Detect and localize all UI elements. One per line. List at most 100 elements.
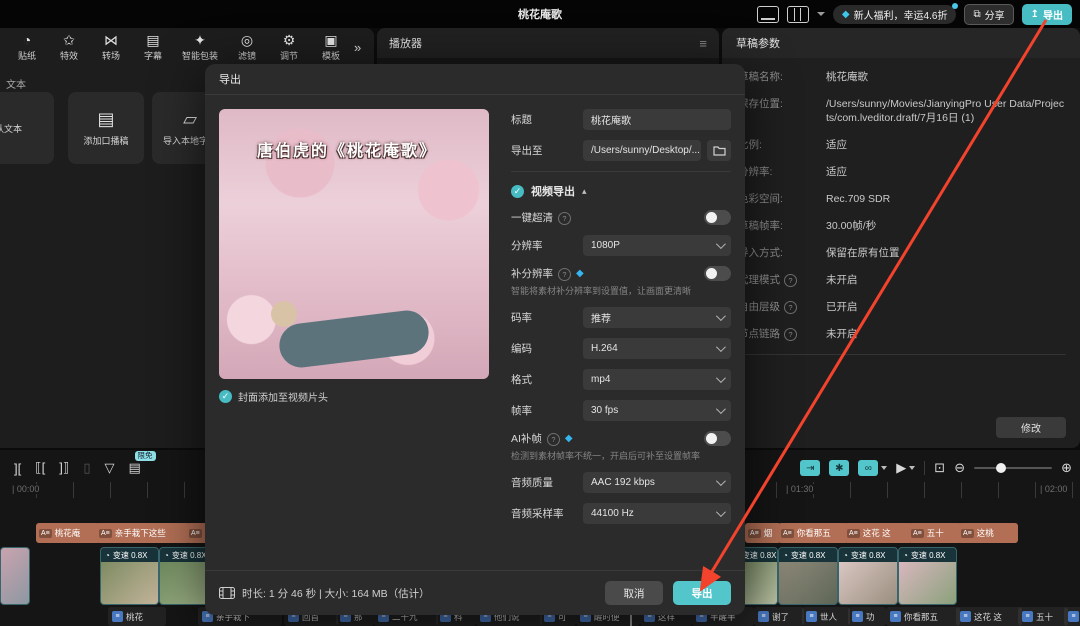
form-row: 帧率30 fps <box>511 400 731 421</box>
text-clip-icon: A≡ <box>911 529 924 538</box>
export-path-input[interactable]: /Users/sunny/Desktop/... <box>583 140 701 161</box>
tool-split[interactable]: ][ <box>14 461 21 476</box>
tool-preview-axis[interactable]: ⊡ <box>934 460 945 476</box>
add-script-icon: ▤ <box>97 110 114 128</box>
subtitle-clip[interactable]: ≡这花 这 <box>956 607 1022 626</box>
draft-param-label: 保存位置: <box>738 97 826 125</box>
select-音频质量[interactable]: AAC 192 kbps <box>583 472 731 493</box>
collapse-icon[interactable]: ▴ <box>582 186 587 197</box>
tool-zoom-in[interactable]: ⊕ <box>1061 460 1072 476</box>
tool-link[interactable]: ∞ <box>858 460 887 476</box>
toolbar-item-label: 模板 <box>322 49 340 62</box>
select-编码[interactable]: H.264 <box>583 338 731 359</box>
subtitle-clip[interactable]: ≡桃花 <box>108 607 166 626</box>
video-clip[interactable]: ◔变速 0.8X <box>898 547 957 605</box>
text-clip-label: 亲手栽下这些 <box>115 527 166 539</box>
toolbar-item-captions[interactable]: ▤字幕 <box>132 32 174 62</box>
subtitle-clip-label: 五十 <box>1036 611 1053 623</box>
transitions-icon: ⋈ <box>104 32 118 48</box>
tool-select-tool[interactable]: ▶ <box>896 460 915 476</box>
toolbar-item-transitions[interactable]: ⋈转场 <box>90 32 132 62</box>
subtitle-clip[interactable]: ≡你看那五 <box>886 607 960 626</box>
adjust-icon: ⚙ <box>283 32 296 48</box>
video-clip[interactable]: ◔变速 0.8X <box>100 547 159 605</box>
title-bar: 桃花庵歌 ◆ 新人福利，幸运4.6折 ⧉ 分享 ↥ 导出 <box>0 0 1080 28</box>
timeline-zoom-slider[interactable] <box>974 467 1052 469</box>
share-button[interactable]: ⧉ 分享 <box>964 4 1013 25</box>
cover-title-text: 唐伯虎的《桃花庵歌》 <box>219 137 475 161</box>
tool-magnet[interactable]: ⇥ <box>800 460 820 476</box>
video-clip[interactable]: ◔变速 0.8X <box>838 547 898 605</box>
card-label: 默认文本 <box>0 122 22 135</box>
tool-trim-right[interactable]: ]⟧ <box>59 460 69 476</box>
text-clip[interactable]: A≡你看那五 <box>778 523 848 543</box>
player-menu-icon[interactable]: ≡ <box>699 36 707 51</box>
tool-zoom-out[interactable]: ⊖ <box>954 460 965 476</box>
video-clip[interactable] <box>0 547 30 605</box>
subtitle-clip[interactable]: ≡五十 <box>1018 607 1068 626</box>
layout-columns-icon[interactable] <box>787 6 809 23</box>
export-button-dialog[interactable]: 导出 <box>673 581 731 605</box>
video-clip[interactable]: ◔变速 0.8X <box>778 547 838 605</box>
toolbar-item-stickers[interactable]: ◔贴纸 <box>6 32 48 62</box>
subtitle-clip[interactable]: ≡功 <box>848 607 886 626</box>
tool-trim-left[interactable]: ⟦[ <box>35 460 45 476</box>
export-button-top[interactable]: ↥ 导出 <box>1022 4 1072 25</box>
toolbar-item-filters[interactable]: ◎滤镜 <box>226 32 268 62</box>
card-default-text[interactable]: 默认文本 <box>0 92 54 164</box>
slider-knob[interactable] <box>996 463 1006 473</box>
text-clip[interactable]: A≡烟 <box>745 523 781 543</box>
chevron-down-icon <box>716 476 726 486</box>
toolbar-item-adjust[interactable]: ⚙调节 <box>268 32 310 62</box>
select-分辨率[interactable]: 1080P <box>583 235 731 256</box>
video-export-checkbox[interactable]: ✓ <box>511 185 524 198</box>
toolbar-item-label: 字幕 <box>144 49 162 62</box>
toolbar-item-smart-pack[interactable]: ✦智能包装 <box>174 32 226 62</box>
text-clip[interactable]: A≡五十 <box>908 523 962 543</box>
form-row: 格式mp4 <box>511 369 731 390</box>
speed-badge-label: 变速 0.8X <box>113 550 148 561</box>
layout-dropdown-caret-icon[interactable] <box>817 12 825 16</box>
toggle-补分辨率[interactable] <box>704 266 731 281</box>
draft-param-label: 草稿名称: <box>738 70 826 84</box>
field-label: 音频质量 <box>511 475 583 490</box>
tool-mask[interactable]: ▽ <box>105 460 115 476</box>
form-row: 码率推荐 <box>511 307 731 328</box>
text-clip-label: 这花 这 <box>863 527 891 539</box>
select-帧率[interactable]: 30 fps <box>583 400 731 421</box>
text-clip[interactable]: A≡亲手栽下这些 <box>96 523 190 543</box>
cover-checkbox[interactable]: ✓ <box>219 390 232 403</box>
select-格式[interactable]: mp4 <box>583 369 731 390</box>
select-音频采样率[interactable]: 44100 Hz <box>583 503 731 524</box>
toggle-AI补帧[interactable] <box>704 431 731 446</box>
text-clip[interactable]: A≡这花 这 <box>844 523 912 543</box>
tool-smart-caption[interactable]: ▤限免 <box>129 460 141 476</box>
toolbar-more-button[interactable]: » <box>354 40 361 55</box>
toolbar-item-templates[interactable]: ▣模板 <box>310 32 352 62</box>
video-thumbnail <box>1 548 29 604</box>
draft-param-value: 保留在原有位置 <box>826 246 1066 260</box>
subtitle-clip[interactable]: ≡这 <box>1064 607 1080 626</box>
info-icon: ? <box>558 212 571 225</box>
tool-auto-cut[interactable]: ✱ <box>829 460 849 476</box>
subtitle-clip[interactable]: ≡谢了 <box>754 607 804 626</box>
layout-caption-icon[interactable] <box>757 6 779 23</box>
subtitle-clip[interactable]: ≡世人 <box>802 607 850 626</box>
tool-delete[interactable]: ▯ <box>83 460 90 476</box>
promo-badge[interactable]: ◆ 新人福利，幸运4.6折 <box>833 5 957 24</box>
text-clip-icon: A≡ <box>99 529 112 538</box>
text-clip[interactable]: A≡桃花庵 <box>36 523 100 543</box>
toggle-一键超清[interactable] <box>704 210 731 225</box>
cancel-button[interactable]: 取消 <box>605 581 663 605</box>
text-clip[interactable]: A≡这桃 <box>958 523 1018 543</box>
form-row: 分辨率1080P <box>511 235 731 256</box>
modify-button[interactable]: 修改 <box>996 417 1066 438</box>
cover-thumbnail[interactable]: 唐伯虎的《桃花庵歌》 <box>219 109 489 379</box>
toolbar-item-effects[interactable]: ✩特效 <box>48 32 90 62</box>
chevron-down-icon <box>716 239 726 249</box>
diamond-icon: ◆ <box>842 9 850 20</box>
card-add-script[interactable]: ▤添加口播稿 <box>68 92 144 164</box>
input-标题[interactable]: 桃花庵歌 <box>583 109 731 130</box>
select-码率[interactable]: 推荐 <box>583 307 731 328</box>
folder-button[interactable] <box>707 140 731 161</box>
